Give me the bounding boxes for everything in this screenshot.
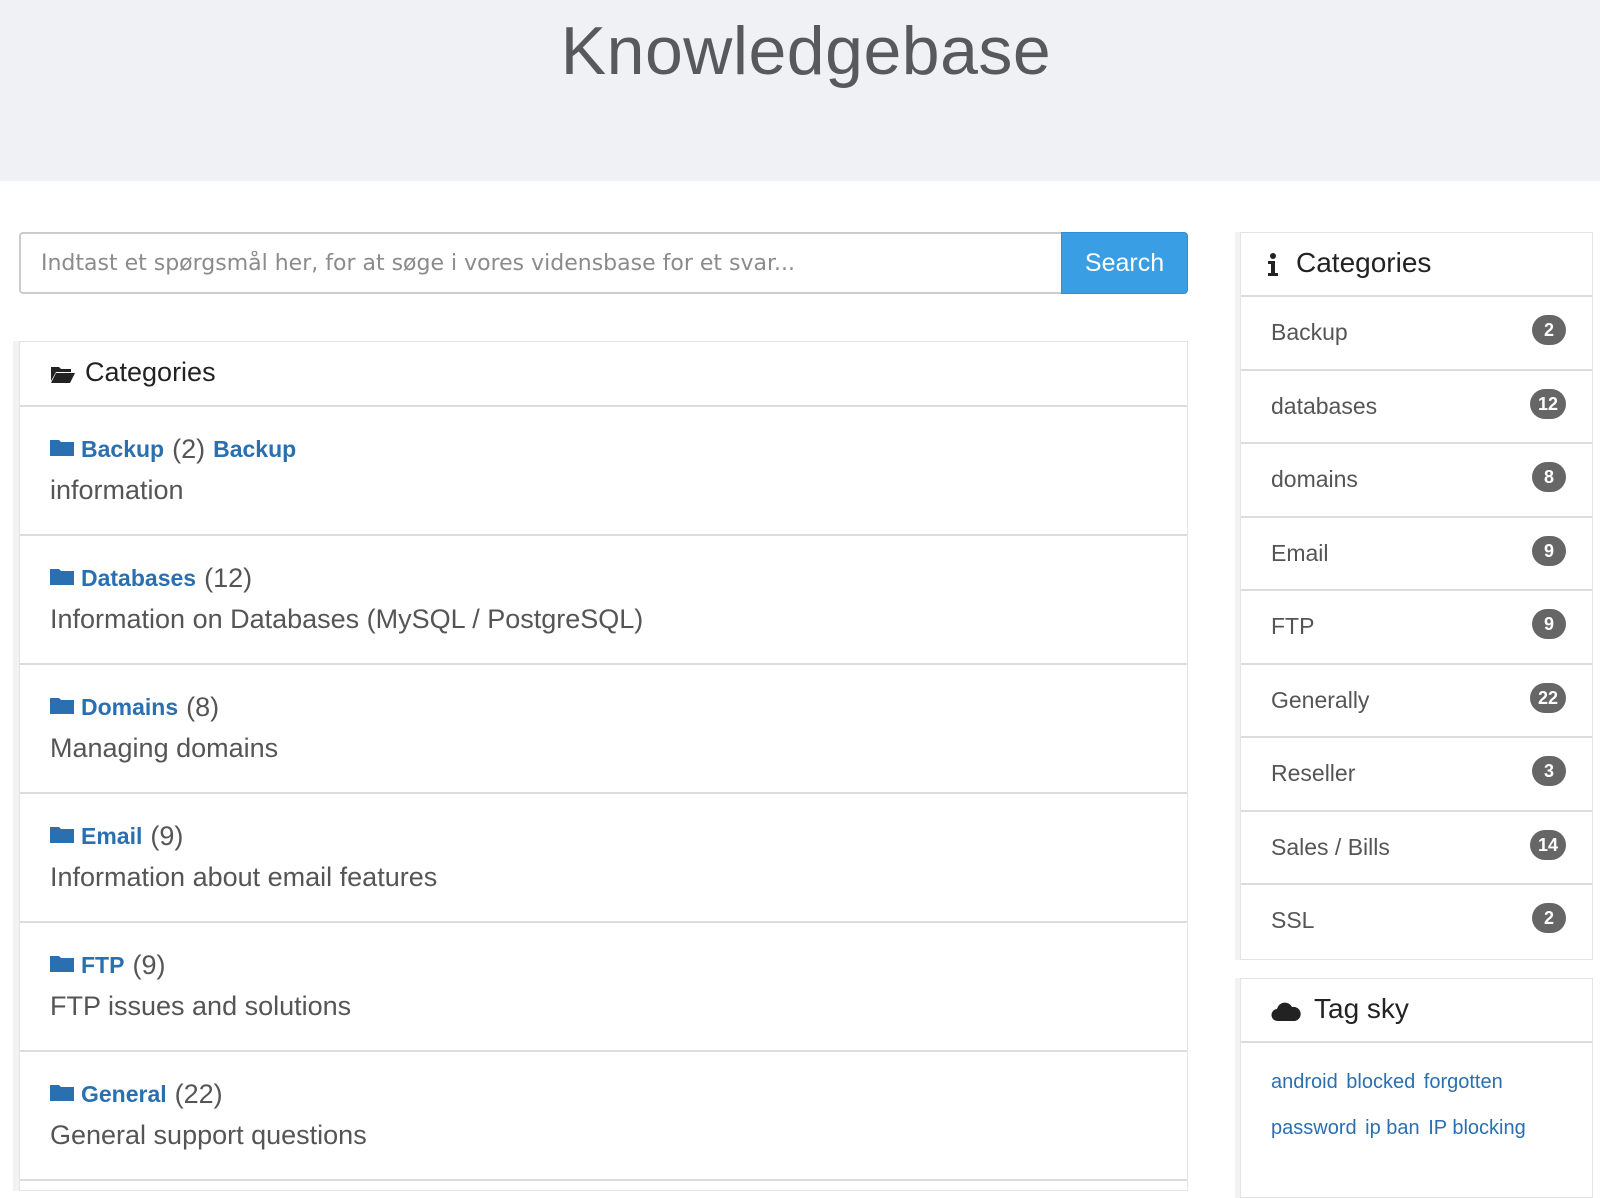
category-link[interactable]: Backup — [81, 436, 164, 463]
search-button[interactable]: Search — [1061, 232, 1188, 294]
sidebar-categories-header: Categories — [1241, 233, 1592, 297]
tag-cloud: android blocked forgotten password ip ba… — [1271, 1059, 1571, 1151]
categories-panel-header: Categories — [20, 342, 1187, 407]
category-description: Information about email features — [50, 862, 438, 892]
category-item-backup: Backup (2) Backup information — [20, 407, 1187, 536]
category-link[interactable]: Email — [81, 823, 142, 850]
count-badge: 9 — [1532, 609, 1566, 639]
info-icon — [1267, 253, 1279, 282]
tag-link[interactable]: IP blocking — [1428, 1117, 1525, 1139]
category-extra-link[interactable]: Backup — [213, 436, 296, 463]
folder-icon — [50, 438, 74, 461]
folder-icon — [50, 696, 74, 719]
sidebar-item-sales-bills[interactable]: Sales / Bills 14 — [1241, 812, 1592, 885]
sidebar-item-ssl[interactable]: SSL 2 — [1241, 885, 1592, 959]
folder-icon — [50, 825, 74, 848]
category-count: (22) — [174, 1078, 223, 1109]
category-description: information — [50, 475, 184, 505]
sidebar-item-email[interactable]: Email 9 — [1241, 518, 1592, 591]
tag-sky-panel: Tag sky android blocked forgotten passwo… — [1240, 978, 1593, 1198]
folder-open-icon — [50, 364, 76, 389]
category-link[interactable]: General — [81, 1081, 167, 1108]
category-link[interactable]: Domains — [81, 694, 178, 721]
count-badge: 2 — [1532, 315, 1566, 345]
sidebar-item-backup[interactable]: Backup 2 — [1241, 297, 1592, 371]
category-item-ftp: FTP (9) FTP issues and solutions — [20, 923, 1187, 1052]
folder-icon — [50, 1083, 74, 1106]
category-description: General support questions — [50, 1120, 367, 1150]
sidebar-item-label: Generally — [1271, 686, 1370, 713]
category-count: (2) — [172, 433, 206, 464]
tag-sky-title: Tag sky — [1314, 993, 1409, 1024]
sidebar-categories-title: Categories — [1296, 247, 1432, 278]
count-badge: 12 — [1529, 388, 1566, 419]
page-title: Knowledgebase — [560, 13, 1052, 89]
sidebar-item-label: databases — [1271, 392, 1378, 419]
categories-panel-title: Categories — [85, 357, 216, 387]
categories-panel: Categories Backup (2) Backup information… — [19, 341, 1188, 1191]
category-count: (8) — [186, 691, 220, 722]
sidebar-item-label: Sales / Bills — [1271, 833, 1390, 860]
category-link[interactable]: FTP — [81, 952, 124, 979]
cloud-icon — [1271, 1000, 1301, 1027]
tag-sky-header: Tag sky — [1241, 979, 1592, 1043]
sidebar-item-databases[interactable]: databases 12 — [1241, 371, 1592, 444]
folder-icon — [50, 954, 74, 977]
sidebar-item-reseller[interactable]: Reseller 3 — [1241, 738, 1592, 812]
category-description: FTP issues and solutions — [50, 991, 352, 1021]
count-badge: 9 — [1532, 535, 1566, 566]
count-badge: 8 — [1532, 462, 1566, 492]
category-description: Managing domains — [50, 733, 279, 763]
search-input[interactable] — [19, 232, 1061, 294]
category-description: Information on Databases (MySQL / Postgr… — [50, 604, 644, 634]
sidebar-item-label: SSL — [1271, 907, 1315, 933]
sidebar-categories: Categories Backup 2 databases 12 domains… — [1240, 232, 1593, 960]
folder-icon — [50, 567, 74, 590]
tag-link[interactable]: forgotten — [1424, 1071, 1503, 1093]
sidebar-item-label: Reseller — [1271, 760, 1356, 786]
category-count: (9) — [150, 820, 184, 851]
category-count: (12) — [204, 562, 253, 593]
sidebar-item-generally[interactable]: Generally 22 — [1241, 665, 1592, 738]
sidebar-item-label: Email — [1271, 539, 1329, 566]
category-item-general: General (22) General support questions — [20, 1052, 1187, 1181]
tag-link[interactable]: blocked — [1346, 1071, 1415, 1093]
count-badge: 3 — [1532, 756, 1566, 786]
sidebar-item-label: domains — [1271, 466, 1358, 492]
tag-link[interactable]: password — [1271, 1117, 1357, 1139]
tag-link[interactable]: android — [1271, 1071, 1338, 1093]
search-bar: Search — [19, 232, 1188, 294]
category-count: (9) — [132, 949, 166, 980]
category-item-email: Email (9) Information about email featur… — [20, 794, 1187, 923]
count-badge: 22 — [1529, 682, 1566, 713]
category-link[interactable]: Databases — [81, 565, 196, 592]
sidebar-item-label: FTP — [1271, 613, 1315, 639]
category-item-domains: Domains (8) Managing domains — [20, 665, 1187, 794]
sidebar-item-ftp[interactable]: FTP 9 — [1241, 591, 1592, 665]
count-badge: 14 — [1529, 829, 1566, 860]
tag-link[interactable]: ip ban — [1365, 1117, 1420, 1139]
page-header: Knowledgebase — [0, 0, 1600, 181]
category-item-databases: Databases (12) Information on Databases … — [20, 536, 1187, 665]
count-badge: 2 — [1532, 903, 1566, 933]
sidebar-item-label: Backup — [1271, 319, 1348, 345]
sidebar-item-domains[interactable]: domains 8 — [1241, 444, 1592, 518]
